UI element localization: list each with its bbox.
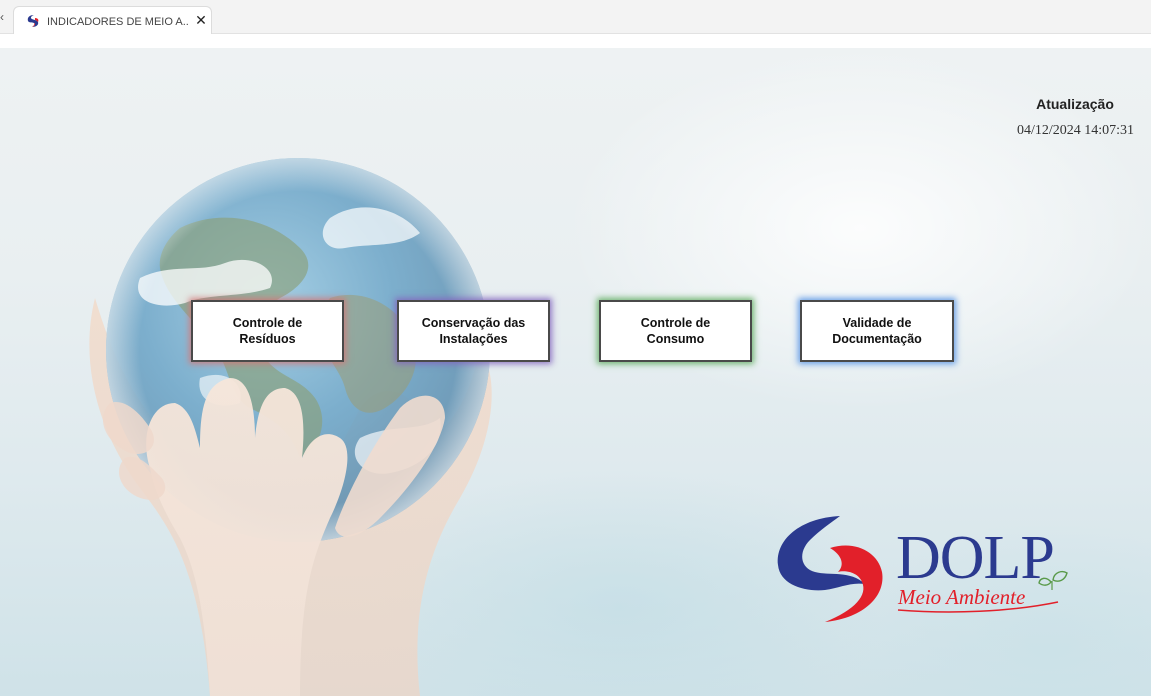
browser-tab-strip: ‹ INDICADORES DE MEIO A... ✕ — [0, 0, 1151, 34]
logo-wordmark: DOLP — [896, 524, 1054, 592]
button-label: Conservação das Instalações — [421, 316, 526, 346]
button-label: Controle de Consumo — [640, 316, 711, 346]
button-label: Controle de Resíduos — [232, 316, 303, 346]
logo-subtitle: Meio Ambiente — [897, 585, 1025, 609]
tab-close-icon[interactable]: ✕ — [193, 12, 209, 28]
dolp-meio-ambiente-logo: DOLP Meio Ambiente — [777, 516, 1068, 622]
tab-scroll-left-icon[interactable]: ‹ — [0, 8, 8, 26]
update-label: Atualização — [1036, 96, 1114, 112]
update-timestamp: 04/12/2024 14:07:31 — [1016, 123, 1135, 138]
browser-tab[interactable]: INDICADORES DE MEIO A... ✕ — [13, 6, 212, 34]
conservacao-instalacoes-button[interactable]: Conservação das Instalações — [397, 300, 550, 362]
tab-title: INDICADORES DE MEIO A... — [47, 16, 189, 28]
toolbar-gap — [0, 34, 1151, 48]
controle-residuos-button[interactable]: Controle de Resíduos — [191, 300, 344, 362]
button-label: Validade de Documentação — [832, 316, 922, 346]
controle-consumo-button[interactable]: Controle de Consumo — [599, 300, 752, 362]
dolp-favicon-icon — [27, 15, 39, 27]
validade-documentacao-button[interactable]: Validade de Documentação — [800, 300, 954, 362]
